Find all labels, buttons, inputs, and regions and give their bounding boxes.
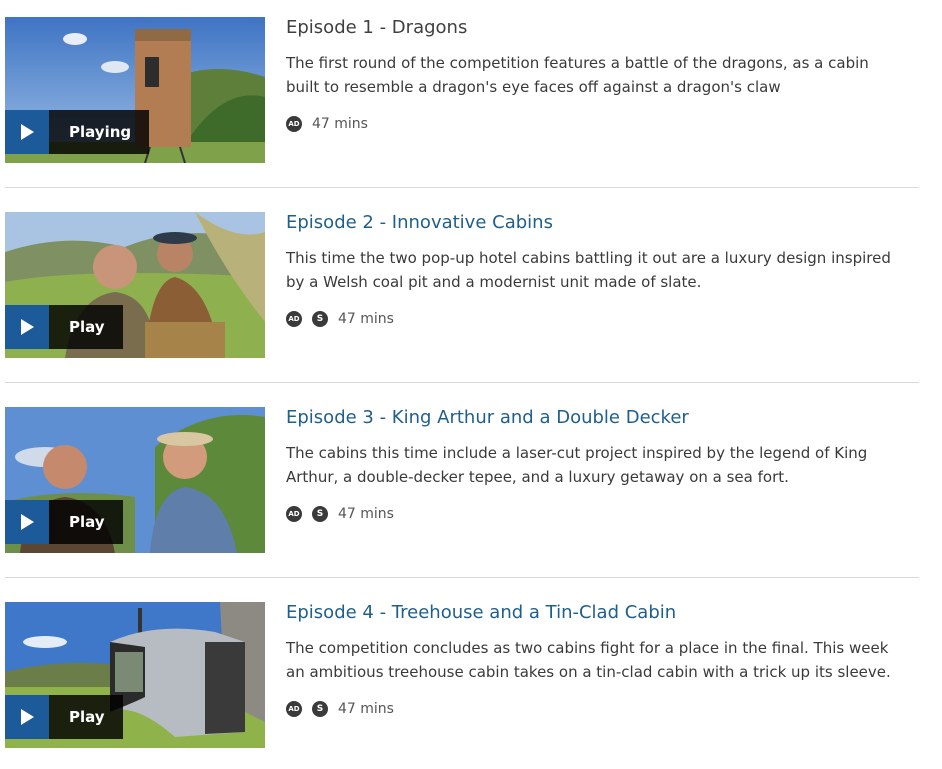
episode-thumbnail[interactable]: Playing: [5, 17, 265, 163]
episode-title-link[interactable]: Episode 2 - Innovative Cabins: [286, 212, 916, 234]
episode-thumbnail[interactable]: Play: [5, 212, 265, 358]
episode-meta: AD S 47 mins: [286, 311, 916, 327]
episode-item: Play Episode 3 - King Arthur and a Doubl…: [5, 407, 920, 553]
play-button[interactable]: Playing: [5, 110, 150, 154]
description-line: The cabins this time include a laser-cut…: [286, 444, 868, 462]
episode-thumbnail[interactable]: Play: [5, 407, 265, 553]
episode-info: Episode 1 - Dragons The first round of t…: [286, 17, 916, 132]
sign-language-icon: S: [312, 506, 328, 522]
episode-duration: 47 mins: [338, 701, 394, 717]
play-icon: [5, 110, 49, 154]
play-label: Play: [49, 500, 123, 544]
episode-info: Episode 3 - King Arthur and a Double Dec…: [286, 407, 916, 522]
description-line: Arthur, a double-decker tepee, and a lux…: [286, 468, 789, 486]
episode-title-link[interactable]: Episode 4 - Treehouse and a Tin-Clad Cab…: [286, 602, 916, 624]
audio-description-icon: AD: [286, 506, 302, 522]
audio-description-icon: AD: [286, 311, 302, 327]
episode-item: Play Episode 4 - Treehouse and a Tin-Cla…: [5, 602, 920, 748]
episode-thumbnail[interactable]: Play: [5, 602, 265, 748]
audio-description-icon: AD: [286, 701, 302, 717]
play-label: Playing: [49, 110, 150, 154]
episode-title: Episode 1 - Dragons: [286, 17, 468, 38]
description-line: The first round of the competition featu…: [286, 54, 869, 72]
episode-title-link[interactable]: Episode 3 - King Arthur and a Double Dec…: [286, 407, 916, 429]
description-line: by a Welsh coal pit and a modernist unit…: [286, 273, 702, 291]
episode-info: Episode 4 - Treehouse and a Tin-Clad Cab…: [286, 602, 916, 717]
divider: [5, 577, 919, 578]
play-icon: [5, 500, 49, 544]
play-icon: [5, 305, 49, 349]
description-line: The competition concludes as two cabins …: [286, 639, 889, 657]
episode-info: Episode 2 - Innovative Cabins This time …: [286, 212, 916, 327]
play-icon: [5, 695, 49, 739]
divider: [5, 187, 919, 188]
episode-duration: 47 mins: [312, 116, 368, 132]
play-label: Play: [49, 305, 123, 349]
episode-meta: AD S 47 mins: [286, 701, 916, 717]
episode-duration: 47 mins: [338, 311, 394, 327]
episode-description: The competition concludes as two cabins …: [286, 636, 916, 684]
episode-description: The first round of the competition featu…: [286, 51, 916, 99]
divider: [5, 382, 919, 383]
episode-description: This time the two pop-up hotel cabins ba…: [286, 246, 916, 294]
play-label: Play: [49, 695, 123, 739]
description-line: built to resemble a dragon's eye faces o…: [286, 78, 781, 96]
episode-duration: 47 mins: [338, 506, 394, 522]
play-button[interactable]: Play: [5, 695, 123, 739]
episode-item: Play Episode 2 - Innovative Cabins This …: [5, 212, 920, 358]
sign-language-icon: S: [312, 701, 328, 717]
description-line: This time the two pop-up hotel cabins ba…: [286, 249, 891, 267]
episode-item: Playing Episode 1 - Dragons The first ro…: [5, 17, 920, 163]
episode-meta: AD 47 mins: [286, 116, 916, 132]
description-line: an ambitious treehouse cabin takes on a …: [286, 663, 891, 681]
sign-language-icon: S: [312, 311, 328, 327]
audio-description-icon: AD: [286, 116, 302, 132]
episode-description: The cabins this time include a laser-cut…: [286, 441, 916, 489]
play-button[interactable]: Play: [5, 500, 123, 544]
episode-meta: AD S 47 mins: [286, 506, 916, 522]
play-button[interactable]: Play: [5, 305, 123, 349]
